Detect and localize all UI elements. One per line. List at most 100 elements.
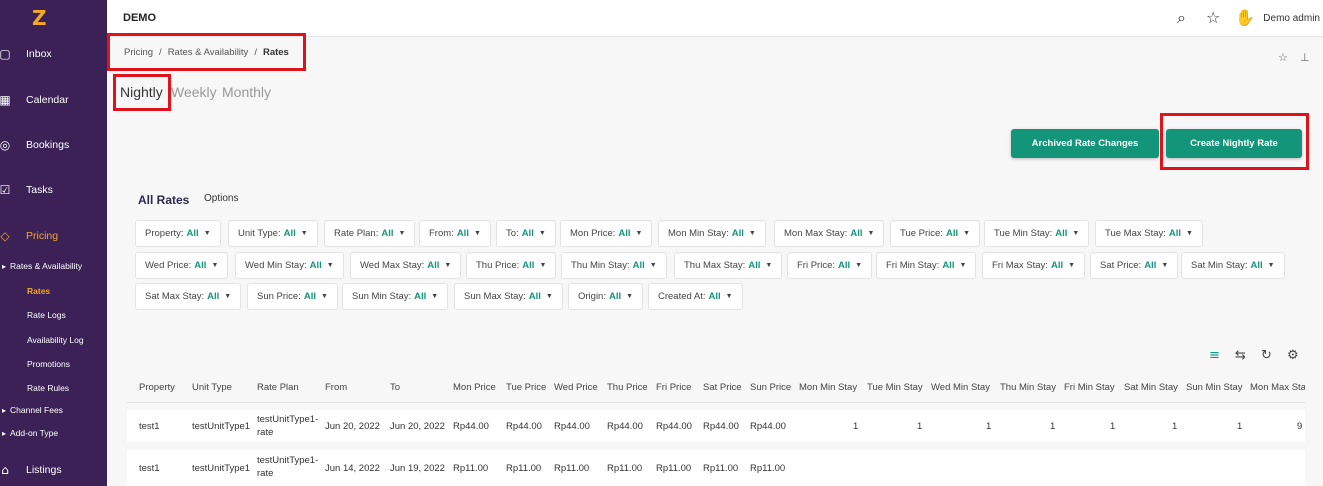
sidebar-item-pricing[interactable]: ◇ Pricing [0,226,107,246]
column-header[interactable]: Mon Min Stay [799,382,857,393]
column-header[interactable]: Rate Plan [257,382,299,393]
column-header[interactable]: Mon Price [453,382,496,393]
caret-down-icon: ▼ [855,262,863,269]
filter-to[interactable]: To: All ▼ [496,220,556,247]
sidebar-item-inbox[interactable]: ▢ Inbox [0,44,107,64]
filter-mon-price[interactable]: Mon Price: All ▼ [560,220,653,247]
app-logo[interactable]: Z [32,6,54,30]
sidebar-sub-rate-logs[interactable]: Rate Logs [27,310,66,320]
column-header[interactable]: Fri Price [656,382,691,393]
app-title: DEMO [123,12,156,24]
table-row[interactable]: test1 testUnitType1 testUnitType1-rate J… [127,410,1305,442]
filter-property[interactable]: Property: All ▼ [135,220,221,247]
cell-wed-price: Rp44.00 [554,421,590,432]
settings-gear-icon[interactable]: ⚙ [1287,348,1299,363]
cell-property: test1 [139,463,160,474]
cell-sat-price: Rp11.00 [703,463,739,474]
tab-weekly[interactable]: Weekly [171,84,217,100]
filter-value: All [942,260,955,271]
filter-sun-max-stay[interactable]: Sun Max Stay: All ▼ [454,283,563,310]
sidebar-sub-rates[interactable]: Rates [27,286,50,296]
filter-wed-min-stay[interactable]: Wed Min Stay: All ▼ [235,252,344,279]
filter-fri-price[interactable]: Fri Price: All ▼ [787,252,873,279]
caret-down-icon: ▼ [211,262,219,269]
filter-wed-max-stay[interactable]: Wed Max Stay: All ▼ [350,252,462,279]
column-header[interactable]: Sun Price [750,382,791,393]
filter-sun-min-stay[interactable]: Sun Min Stay: All ▼ [342,283,449,310]
filter-sun-price[interactable]: Sun Price: All ▼ [247,283,338,310]
filter-thu-max-stay[interactable]: Thu Max Stay: All ▼ [674,252,783,279]
filter-label: Sat Max Stay: [145,291,205,302]
filter-thu-min-stay[interactable]: Thu Min Stay: All ▼ [561,252,667,279]
cell-sun-price: Rp11.00 [750,463,786,474]
caret-down-icon: ▼ [963,230,971,237]
filter-mon-max-stay[interactable]: Mon Max Stay: All ▼ [774,220,885,247]
sidebar-item-bookings[interactable]: ◎ Bookings [0,135,107,155]
sidebar-sub-channel-fees[interactable]: Channel Fees [2,405,63,415]
sidebar-sub-rate-rules[interactable]: Rate Rules [27,383,69,393]
refresh-icon[interactable]: ↻ [1261,348,1272,363]
sidebar-sub-add-on-type[interactable]: Add-on Type [2,428,58,438]
column-header[interactable]: Wed Price [554,382,598,393]
sidebar-item-calendar[interactable]: ▦ Calendar [0,90,107,110]
sidebar-item-listings[interactable]: ⌂ Listings [0,460,107,480]
topbar: DEMO ⌕ ☆ ✋ Demo admin [107,0,1323,37]
filter-unit-type[interactable]: Unit Type: All ▼ [228,220,318,247]
pin-icon[interactable]: ⊥ [1300,51,1310,64]
column-header[interactable]: Unit Type [192,382,232,393]
sidebar-item-label: Listings [26,464,62,476]
filter-label: Fri Price: [797,260,835,271]
filter-rate-plan[interactable]: Rate Plan: All ▼ [324,220,416,247]
filter-sat-price[interactable]: Sat Price: All ▼ [1090,252,1179,279]
column-header[interactable]: Tue Min Stay [867,382,923,393]
column-header[interactable]: To [390,382,400,393]
filter-tue-min-stay[interactable]: Tue Min Stay: All ▼ [984,220,1090,247]
star-icon[interactable]: ☆ [1206,8,1220,27]
sidebar-item-tasks[interactable]: ☑ Tasks [0,180,107,200]
sync-icon[interactable]: ⇆ [1235,348,1246,363]
filter-origin[interactable]: Origin: All ▼ [568,283,644,310]
column-header[interactable]: Sat Min Stay [1124,382,1178,393]
search-icon[interactable]: ⌕ [1177,8,1186,28]
column-header[interactable]: Thu Price [607,382,648,393]
user-menu[interactable]: Demo admin [1263,13,1320,24]
tab-monthly[interactable]: Monthly [222,84,271,100]
cell-thu-min-stay: 1 [1050,421,1056,432]
filter-wed-price[interactable]: Wed Price: All ▼ [135,252,229,279]
caret-down-icon: ▼ [1267,262,1275,269]
column-header[interactable]: Thu Min Stay [1000,382,1056,393]
column-header[interactable]: Tue Price [506,382,546,393]
column-header[interactable]: Mon Max Stay [1250,382,1305,393]
cell-tue-price: Rp11.00 [506,463,542,474]
breadcrumb: Pricing / Rates & Availability / Rates [107,33,306,71]
sidebar-sub-availability-log[interactable]: Availability Log [27,335,84,345]
breadcrumb-pricing[interactable]: Pricing [124,47,153,58]
options-link[interactable]: Options [204,193,238,204]
filter-tue-price[interactable]: Tue Price: All ▼ [890,220,981,247]
sidebar-sub-promotions[interactable]: Promotions [27,359,70,369]
table-row[interactable]: test1 testUnitType1 testUnitType1-rate J… [127,450,1305,486]
filter-sat-min-stay[interactable]: Sat Min Stay: All ▼ [1181,252,1285,279]
filter-tue-max-stay[interactable]: Tue Max Stay: All ▼ [1095,220,1203,247]
column-header[interactable]: From [325,382,347,393]
filter-sat-max-stay[interactable]: Sat Max Stay: All ▼ [135,283,242,310]
column-header[interactable]: Wed Min Stay [931,382,990,393]
column-header[interactable]: Sat Price [703,382,742,393]
filter-value: All [427,260,440,271]
filter-from[interactable]: From: All ▼ [419,220,491,247]
column-header[interactable]: Fri Min Stay [1064,382,1115,393]
filter-thu-price[interactable]: Thu Price: All ▼ [466,252,557,279]
filter-created-at[interactable]: Created At: All ▼ [648,283,743,310]
column-header[interactable]: Property [139,382,175,393]
archived-rate-changes-button[interactable]: Archived Rate Changes [1011,129,1159,158]
favorite-star-icon[interactable]: ☆ [1278,51,1288,64]
breadcrumb-rates-availability[interactable]: Rates & Availability [168,47,249,58]
filter-fri-max-stay[interactable]: Fri Max Stay: All ▼ [982,252,1086,279]
filter-mon-min-stay[interactable]: Mon Min Stay: All ▼ [658,220,766,247]
filter-value: All [414,291,427,302]
sidebar-sub-rates-availability[interactable]: Rates & Availability [2,261,82,271]
column-header[interactable]: Sun Min Stay [1186,382,1243,393]
filter-fri-min-stay[interactable]: Fri Min Stay: All ▼ [876,252,977,279]
hand-icon[interactable]: ✋ [1235,8,1255,27]
filter-lines-icon[interactable]: ≡ [1209,348,1220,363]
